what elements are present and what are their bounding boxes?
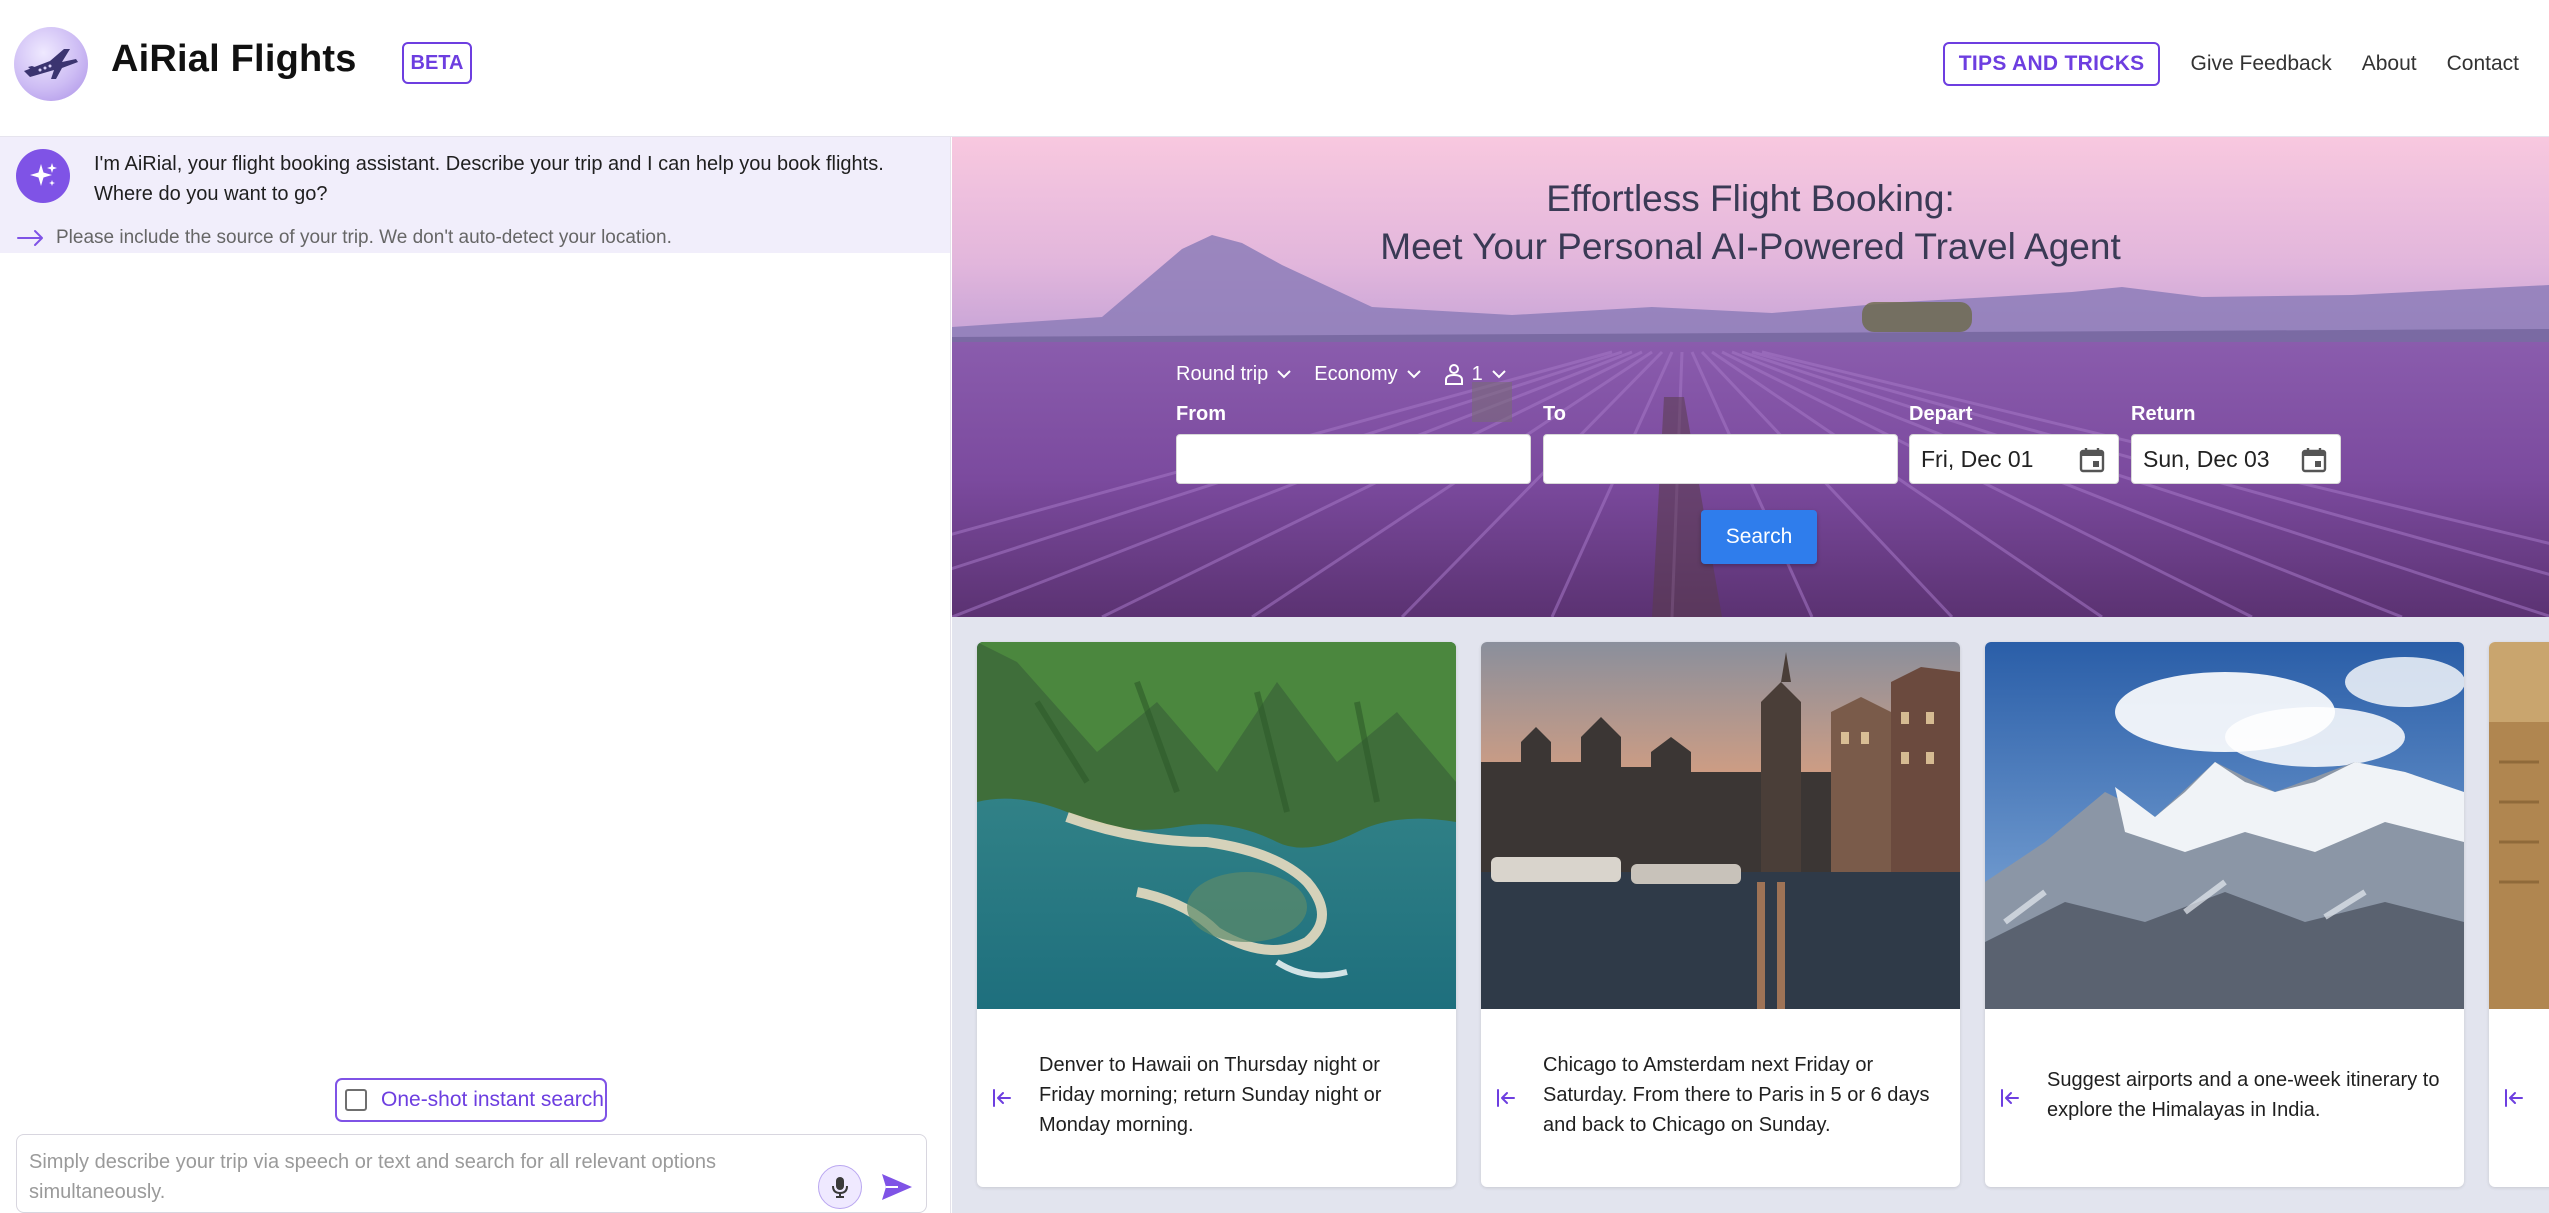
example-card-amsterdam[interactable]: Chicago to Amsterdam next Friday or Satu…: [1481, 642, 1960, 1187]
airplane-logo-icon[interactable]: [14, 27, 88, 101]
assistant-message-text: I'm AiRial, your flight booking assistan…: [94, 153, 884, 205]
passengers-value: 1: [1471, 362, 1483, 385]
one-shot-label: One-shot instant search: [381, 1088, 604, 1111]
example-card-text: Suggest airports and a one-week itinerar…: [2047, 1069, 2440, 1121]
one-shot-checkbox[interactable]: [345, 1089, 367, 1111]
trip-options: Round trip Economy 1: [1176, 359, 1529, 389]
tips-and-tricks-button[interactable]: TIPS AND TRICKS: [1942, 42, 2161, 86]
return-date-field[interactable]: Sun, Dec 03: [2131, 434, 2341, 484]
chevron-down-icon: [1277, 370, 1291, 379]
chat-panel: I'm AiRial, your flight booking assistan…: [0, 137, 951, 1213]
to-input[interactable]: [1543, 434, 1898, 484]
chevron-down-icon: [1492, 370, 1506, 379]
hero-title-line1: Effortless Flight Booking:: [1546, 178, 1955, 219]
hero-title-line2: Meet Your Personal AI-Powered Travel Age…: [1380, 226, 2121, 267]
example-card-text: Denver to Hawaii on Thursday night or Fr…: [1039, 1054, 1382, 1136]
give-feedback-link[interactable]: Give Feedback: [2190, 52, 2331, 76]
trip-type-select[interactable]: Round trip: [1176, 363, 1292, 386]
app-title: AiRial Flights: [111, 38, 357, 80]
hero-banner: Effortless Flight Booking: Meet Your Per…: [952, 137, 2549, 617]
assistant-message: I'm AiRial, your flight booking assistan…: [0, 137, 950, 253]
amsterdam-canal-image: [1481, 642, 1960, 1009]
calendar-icon[interactable]: [2300, 446, 2328, 474]
return-date-value: Sun, Dec 03: [2143, 445, 2270, 472]
hawaii-coast-image: [977, 642, 1456, 1009]
from-label: From: [1176, 403, 1226, 425]
chevron-down-icon: [1406, 370, 1421, 379]
person-icon: [1444, 364, 1463, 385]
sparkle-icon: [16, 149, 70, 203]
to-label: To: [1543, 403, 1566, 425]
himalayas-image: [1985, 642, 2464, 1009]
return-label: Return: [2131, 403, 2196, 425]
cabin-class-select[interactable]: Economy: [1314, 363, 1421, 386]
trip-type-value: Round trip: [1176, 362, 1269, 385]
depart-label: Depart: [1909, 403, 1973, 425]
contact-link[interactable]: Contact: [2447, 52, 2519, 76]
location-hint-text: Please include the source of your trip. …: [56, 227, 672, 248]
one-shot-instant-search-toggle[interactable]: One-shot instant search: [335, 1078, 607, 1122]
app-header: AiRial Flights BETA TIPS AND TRICKS Give…: [0, 0, 2549, 137]
about-link[interactable]: About: [2362, 52, 2417, 76]
example-card-hawaii[interactable]: Denver to Hawaii on Thursday night or Fr…: [977, 642, 1456, 1187]
arrow-right-icon: [17, 230, 43, 246]
arrow-to-left-icon: [993, 1089, 1011, 1107]
top-nav: TIPS AND TRICKS Give Feedback About Cont…: [1942, 42, 2519, 86]
send-icon[interactable]: [877, 1167, 917, 1207]
cabin-class-value: Economy: [1314, 362, 1398, 385]
calendar-icon[interactable]: [2078, 446, 2106, 474]
arrow-to-left-icon: [2505, 1089, 2523, 1107]
desert-image: [2489, 642, 2549, 1009]
arrow-to-left-icon: [2001, 1089, 2019, 1107]
chat-input-placeholder[interactable]: Simply describe your trip via speech or …: [29, 1147, 809, 1207]
chat-input-box[interactable]: Simply describe your trip via speech or …: [16, 1134, 927, 1213]
depart-date-value: Fri, Dec 01: [1921, 445, 2034, 472]
example-card-partial[interactable]: [2489, 642, 2549, 1187]
location-hint: Please include the source of your trip. …: [16, 227, 672, 249]
example-card-text: Chicago to Amsterdam next Friday or Satu…: [1543, 1054, 1930, 1136]
microphone-icon[interactable]: [818, 1165, 862, 1209]
example-trips-carousel: Denver to Hawaii on Thursday night or Fr…: [952, 617, 2549, 1213]
example-card-himalayas[interactable]: Suggest airports and a one-week itinerar…: [1985, 642, 2464, 1187]
arrow-to-left-icon: [1497, 1089, 1515, 1107]
beta-badge: BETA: [402, 42, 472, 84]
depart-date-field[interactable]: Fri, Dec 01: [1909, 434, 2119, 484]
search-button[interactable]: Search: [1701, 510, 1817, 564]
from-input[interactable]: [1176, 434, 1531, 484]
passengers-select[interactable]: 1: [1444, 363, 1507, 386]
